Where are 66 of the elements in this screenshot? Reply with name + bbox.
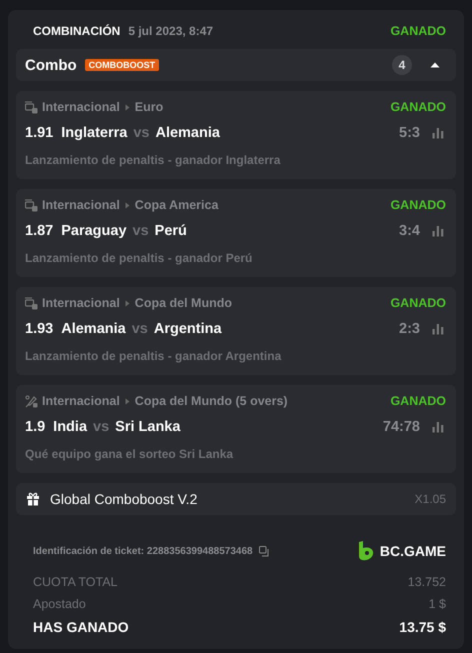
caret-icon[interactable] (430, 62, 440, 68)
bet-status: GANADO (390, 24, 446, 38)
combo-header[interactable]: Combo COMBOBOOST 4 (16, 49, 456, 81)
total-value: 13.752 (408, 575, 446, 589)
leg-odds: 1.9 (25, 419, 46, 435)
match-score: 5:3 (399, 125, 420, 141)
away-team: Argentina (154, 321, 222, 337)
gift-icon (26, 492, 40, 506)
away-team: Alemania (155, 125, 220, 141)
home-team: Inglaterra (61, 125, 128, 141)
match-score: 74:78 (382, 419, 420, 435)
league-label: Euro (134, 100, 164, 114)
combo-label: Combo (25, 56, 77, 74)
bet-type: COMBINACIÓN (33, 24, 120, 38)
category-label: Internacional (42, 198, 120, 212)
match-score: 3:4 (399, 223, 420, 239)
stats-icon[interactable] (432, 127, 444, 139)
category-label: Internacional (42, 296, 120, 310)
leg-odds: 1.93 (25, 321, 54, 337)
brand-name: BC.GAME (380, 543, 446, 559)
market-label: Lanzamiento de penaltis - ganador Perú (25, 251, 254, 267)
versus-label: vs (132, 321, 148, 337)
cricket-bat-icon (25, 394, 38, 408)
total-label: CUOTA TOTAL (33, 575, 118, 589)
home-team: India (53, 419, 88, 435)
leg-status: GANADO (390, 198, 446, 212)
away-team: Sri Lanka (115, 419, 180, 435)
market-label: Lanzamiento de penaltis - ganador Inglaterra (25, 153, 282, 169)
match-score: 2:3 (399, 321, 420, 337)
leg-status: GANADO (390, 100, 446, 114)
bet-date: 5 jul 2023, 8:47 (128, 24, 214, 38)
chevron-icon (124, 398, 130, 404)
total-value: 1 $ (428, 597, 446, 611)
chevron-icon (124, 104, 130, 110)
home-team: Paraguay (61, 223, 127, 239)
leg-odds: 1.91 (25, 125, 54, 141)
stats-icon[interactable] (432, 421, 444, 433)
boost-label: Global Comboboost V.2 (50, 491, 198, 507)
leg-odds: 1.87 (25, 223, 54, 239)
versus-label: vs (132, 223, 149, 239)
stats-icon[interactable] (432, 323, 444, 335)
leg-status: GANADO (390, 394, 446, 408)
leg-status: GANADO (390, 296, 446, 310)
home-team: Alemania (61, 321, 126, 337)
chevron-icon (124, 300, 130, 306)
copy-icon[interactable] (258, 546, 270, 556)
stats-icon[interactable] (432, 225, 444, 237)
brand-logo-icon (358, 541, 374, 561)
total-value: 13.75 $ (399, 619, 446, 635)
leg-count: 4 (392, 55, 412, 75)
boost-multiplier: X1.05 (414, 492, 446, 506)
category-label: Internacional (42, 100, 120, 114)
total-label: Apostado (33, 597, 86, 611)
comboboost-badge: COMBOBOOST (84, 59, 160, 71)
versus-label: vs (93, 419, 110, 435)
league-label: Copa del Mundo (5 overs) (134, 394, 288, 408)
versus-label: vs (133, 125, 150, 141)
total-label: HAS GANADO (33, 619, 129, 635)
ticket-id: Identificación de ticket: 2288356399488573468 (33, 546, 253, 556)
league-label: Copa del Mundo (134, 296, 232, 310)
league-label: Copa America (134, 198, 218, 212)
market-label: Qué equipo gana el sorteo Sri Lanka (25, 447, 234, 463)
chevron-icon (124, 202, 130, 208)
category-label: Internacional (42, 394, 120, 408)
market-label: Lanzamiento de penaltis - ganador Argentina (25, 349, 282, 365)
away-team: Perú (154, 223, 187, 239)
